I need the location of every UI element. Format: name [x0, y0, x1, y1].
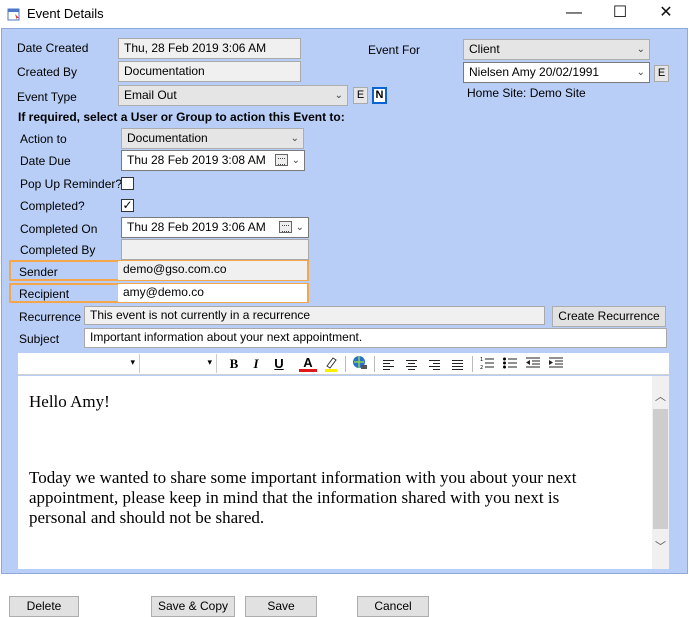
cancel-button[interactable]: Cancel	[357, 596, 429, 617]
toolbar-separator	[345, 356, 346, 372]
editor-body-line-2: appointment, please keep in mind that th…	[29, 488, 560, 507]
client-select[interactable]: Nielsen Amy 20/02/1991 ⌄	[463, 62, 650, 83]
editor-body-line-1: Today we wanted to share some important …	[29, 468, 577, 487]
event-type-select[interactable]: Email Out ⌄	[118, 85, 348, 106]
hyperlink-icon[interactable]	[351, 355, 369, 373]
editor-body-line-3: personal and should not be shared.	[29, 508, 265, 527]
font-size-select[interactable]: ▾	[142, 354, 217, 373]
create-recurrence-button[interactable]: Create Recurrence	[552, 306, 666, 327]
numbered-list-icon[interactable]: 12	[478, 355, 496, 373]
message-editor[interactable]: Hello Amy! Today we wanted to share some…	[18, 376, 669, 569]
event-type-value: Email Out	[124, 88, 177, 102]
editor-greeting: Hello Amy!	[29, 392, 110, 411]
event-type-e-button[interactable]: E	[353, 87, 368, 104]
client-e-button[interactable]: E	[654, 65, 669, 82]
scroll-down-icon[interactable]: ﹀	[652, 539, 669, 556]
completed-on-value: Thu 28 Feb 2019 3:06 AM	[127, 220, 266, 234]
created-by-label: Created By	[17, 65, 78, 79]
chevron-down-icon: ▾	[207, 357, 212, 367]
pop-up-reminder-checkbox[interactable]	[121, 177, 134, 190]
justify-icon[interactable]	[449, 355, 467, 373]
save-button[interactable]: Save	[245, 596, 317, 617]
chevron-down-icon[interactable]: ⌄	[296, 220, 304, 235]
increase-indent-icon[interactable]	[547, 355, 565, 373]
app-icon	[7, 8, 20, 21]
recurrence-label: Recurrence	[19, 310, 82, 324]
created-by-field: Documentation	[118, 61, 301, 82]
calendar-icon[interactable]	[279, 221, 292, 233]
underline-icon[interactable]: U	[270, 355, 288, 373]
maximize-button[interactable]: ☐	[597, 0, 643, 28]
scroll-thumb[interactable]	[653, 409, 668, 529]
align-left-icon[interactable]	[380, 355, 398, 373]
align-right-icon[interactable]	[426, 355, 444, 373]
client-name-value: Nielsen Amy 20/02/1991	[469, 65, 600, 79]
checkmark-icon: ✓	[122, 198, 133, 212]
pop-up-reminder-label: Pop Up Reminder?	[20, 177, 123, 191]
home-site-label: Home Site: Demo Site	[467, 86, 586, 100]
completed-by-field	[121, 239, 309, 260]
chevron-down-icon[interactable]: ⌄	[292, 153, 300, 168]
completed-checkbox[interactable]: ✓	[121, 199, 134, 212]
action-instruction: If required, select a User or Group to a…	[18, 110, 345, 124]
completed-on-picker[interactable]: Thu 28 Feb 2019 3:06 AM ⌄	[121, 217, 309, 238]
toolbar-separator	[472, 356, 473, 372]
window-title: Event Details	[27, 6, 104, 21]
editor-scrollbar[interactable]: ︿ ﹀	[652, 376, 669, 569]
date-created-label: Date Created	[17, 41, 89, 55]
recurrence-field: This event is not currently in a recurre…	[84, 306, 545, 325]
event-for-value: Client	[469, 42, 500, 56]
date-due-label: Date Due	[20, 154, 71, 168]
date-due-value: Thu 28 Feb 2019 3:08 AM	[127, 153, 266, 167]
completed-on-label: Completed On	[20, 222, 98, 236]
toolbar-separator	[374, 356, 375, 372]
editor-toolbar: ▾ ▾ B I U A 12	[18, 353, 669, 375]
scroll-up-icon[interactable]: ︿	[652, 389, 669, 406]
chevron-down-icon: ▾	[130, 357, 135, 367]
chevron-down-icon: ⌄	[334, 90, 343, 101]
bold-icon[interactable]: B	[225, 355, 243, 373]
date-due-picker[interactable]: Thu 28 Feb 2019 3:08 AM ⌄	[121, 150, 305, 171]
font-color-icon[interactable]: A	[299, 355, 317, 372]
event-for-select[interactable]: Client ⌄	[463, 39, 650, 60]
svg-text:1: 1	[480, 357, 483, 363]
decrease-indent-icon[interactable]	[524, 355, 542, 373]
event-type-label: Event Type	[17, 90, 77, 104]
action-to-value: Documentation	[127, 131, 208, 145]
align-center-icon[interactable]	[403, 355, 421, 373]
subject-label: Subject	[19, 332, 60, 346]
minimize-button[interactable]: —	[551, 0, 597, 28]
chevron-down-icon: ⌄	[636, 67, 645, 78]
completed-by-label: Completed By	[20, 243, 96, 257]
delete-button[interactable]: Delete	[9, 596, 79, 617]
recipient-field[interactable]: amy@demo.co	[118, 284, 307, 302]
bulleted-list-icon[interactable]	[501, 355, 519, 373]
save-copy-button[interactable]: Save & Copy	[151, 596, 235, 617]
chevron-down-icon: ⌄	[636, 44, 645, 55]
title-bar: Event Details — ☐ ✕	[0, 0, 689, 28]
sender-field: demo@gso.com.co	[118, 261, 307, 280]
calendar-icon[interactable]	[275, 154, 288, 166]
action-to-label: Action to	[20, 132, 67, 146]
event-type-n-button[interactable]: N	[372, 87, 387, 104]
date-created-field: Thu, 28 Feb 2019 3:06 AM	[118, 38, 301, 59]
italic-icon[interactable]: I	[247, 355, 265, 373]
highlight-icon[interactable]	[322, 355, 340, 373]
subject-field[interactable]: Important information about your next ap…	[84, 328, 667, 348]
event-for-label: Event For	[368, 43, 421, 57]
close-button[interactable]: ✕	[643, 0, 689, 28]
completed-label: Completed?	[20, 199, 85, 213]
action-to-select[interactable]: Documentation ⌄	[121, 128, 304, 149]
chevron-down-icon: ⌄	[290, 133, 299, 144]
font-family-select[interactable]: ▾	[20, 354, 140, 373]
svg-text:2: 2	[480, 365, 483, 371]
